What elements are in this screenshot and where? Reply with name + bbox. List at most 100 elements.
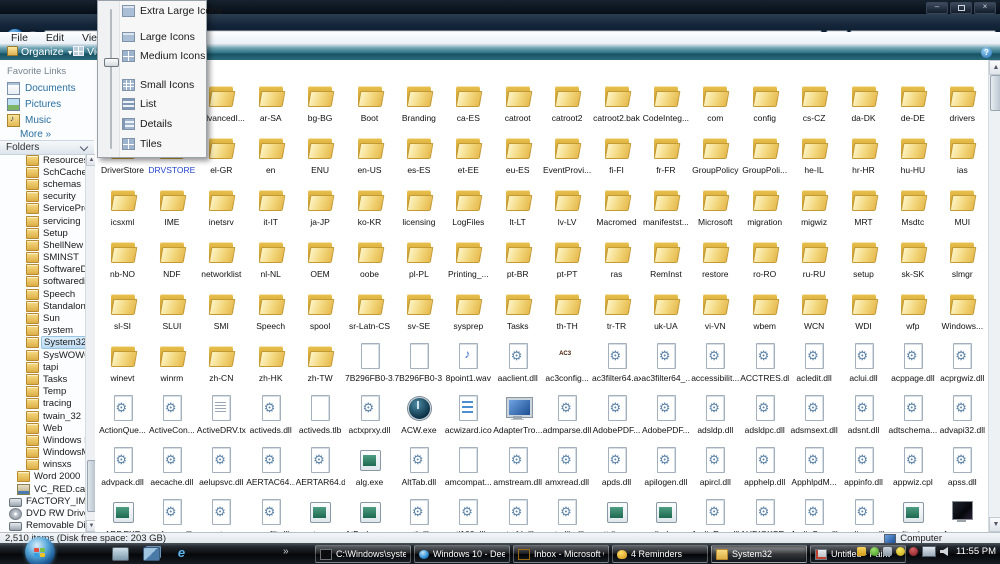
folder-item[interactable]: ENU — [296, 132, 345, 184]
tray-expand-icon[interactable]: ‹ — [848, 547, 851, 557]
folder-item[interactable]: Speech — [246, 288, 295, 340]
tree-item-schemas[interactable]: schemas — [0, 178, 86, 190]
tree-item-ShellNew[interactable]: ShellNew — [0, 239, 86, 251]
folder-item[interactable]: GroupPoli... — [740, 132, 789, 184]
tree-item-Sun[interactable]: Sun — [0, 312, 86, 325]
folder-item[interactable]: catroot2.bak — [592, 80, 641, 132]
folder-item[interactable]: uk-UA — [641, 288, 690, 340]
file-item[interactable]: 8point1.wav — [444, 340, 493, 392]
file-item[interactable]: atl100.dll — [444, 496, 493, 532]
tree-item-system[interactable]: system — [0, 325, 86, 337]
file-item[interactable]: AdapterTro... — [493, 392, 542, 444]
file-item[interactable]: accessibilit... — [691, 340, 740, 392]
folder-item[interactable]: nl-NL — [246, 236, 295, 288]
folder-item[interactable]: de-DE — [888, 80, 937, 132]
folder-item[interactable]: ko-KR — [345, 184, 394, 236]
folder-item[interactable]: lt-LT — [493, 184, 542, 236]
folder-item[interactable]: winevt — [98, 340, 147, 392]
tree-item-ServiceProfiles[interactable]: ServiceProfiles — [0, 203, 86, 215]
folder-item[interactable]: IME — [147, 184, 196, 236]
file-item[interactable]: ApphlpdM... — [790, 444, 839, 496]
folder-item[interactable]: ias — [938, 132, 987, 184]
favorite-pictures[interactable]: Pictures — [7, 98, 61, 111]
folder-item[interactable]: MRT — [839, 184, 888, 236]
tree-item-System32[interactable]: System32 — [0, 336, 86, 350]
volume-tray-icon[interactable] — [940, 547, 949, 556]
file-item[interactable]: appinfo.dll — [839, 444, 888, 496]
taskbar-button-cmd[interactable]: C:\Windows\system... — [315, 545, 411, 563]
folder-item[interactable]: Macromed — [592, 184, 641, 236]
vertical-scrollbar[interactable]: ▲ ▼ — [988, 60, 1000, 532]
file-item[interactable]: advapi32.dll — [938, 392, 987, 444]
file-item[interactable]: auditpol.exe — [888, 496, 937, 532]
tree-item-winsxs[interactable]: winsxs — [0, 459, 86, 471]
file-item[interactable]: apds.dll — [592, 444, 641, 496]
tree-item-softwaredistrib[interactable]: softwaredistrib — [0, 276, 86, 288]
tree-item-Web[interactable]: Web — [0, 422, 86, 434]
folder-item[interactable]: he-IL — [790, 132, 839, 184]
folder-item[interactable]: setup — [839, 236, 888, 288]
file-item[interactable]: ActiveCon... — [147, 392, 196, 444]
folder-item[interactable]: WDI — [839, 288, 888, 340]
switch-windows-icon[interactable] — [143, 547, 160, 561]
folder-item[interactable]: licensing — [394, 184, 443, 236]
tree-item-Word 2000[interactable]: Word 2000 — [0, 471, 86, 483]
file-item[interactable]: activeds.tlb — [296, 392, 345, 444]
taskbar-button-outlook[interactable]: Inbox - Microsoft O... — [513, 545, 609, 563]
update-tray-icon[interactable] — [896, 547, 906, 556]
taskbar-button-folder[interactable]: System32 — [711, 545, 807, 563]
tree-item-SoftwareDistrib[interactable]: SoftwareDistrib — [0, 264, 86, 276]
taskbar-button-ie[interactable]: Windows 10 - Deep... — [414, 545, 510, 563]
folder-item[interactable]: da-DK — [839, 80, 888, 132]
file-item[interactable]: AtBroker.exe — [345, 496, 394, 532]
folder-item[interactable]: Boot — [345, 80, 394, 132]
tree-item-security[interactable]: security — [0, 191, 86, 203]
tree-item-Windows Defe[interactable]: Windows Defe — [0, 434, 86, 446]
tree-item-tracing[interactable]: tracing — [0, 398, 86, 410]
file-item[interactable]: ARP.EXE — [98, 496, 147, 532]
folder-item[interactable]: sr-Latn-CS — [345, 288, 394, 340]
file-item[interactable]: acwizard.ico — [444, 392, 493, 444]
file-item[interactable]: aelupsvc.dll — [197, 444, 246, 496]
scroll-up-icon[interactable]: ▲ — [989, 60, 1000, 75]
folder-item[interactable]: wfp — [888, 288, 937, 340]
folder-item[interactable]: SLUI — [147, 288, 196, 340]
folder-item[interactable]: th-TH — [543, 288, 592, 340]
file-item[interactable]: atmlib.dll — [543, 496, 592, 532]
tree-item-SMINST[interactable]: SMINST — [0, 252, 86, 264]
file-item[interactable]: ACW.exe — [394, 392, 443, 444]
folder-item[interactable]: SMI — [197, 288, 246, 340]
folder-item[interactable]: nb-NO — [98, 236, 147, 288]
folder-item[interactable]: sysprep — [444, 288, 493, 340]
folder-item[interactable]: ras — [592, 236, 641, 288]
file-item[interactable]: apircl.dll — [691, 444, 740, 496]
file-item[interactable]: ACCTRES.dll — [740, 340, 789, 392]
folder-item[interactable]: sk-SK — [888, 236, 937, 288]
file-item[interactable]: appwiz.cpl — [888, 444, 937, 496]
folder-item[interactable]: migwiz — [790, 184, 839, 236]
folder-item[interactable]: hr-HR — [839, 132, 888, 184]
views-slider-track[interactable] — [110, 9, 112, 149]
tree-scrollbar[interactable]: ▲ ▼ — [85, 154, 97, 532]
file-item[interactable]: ac3filter64.ax — [592, 340, 641, 392]
folder-item[interactable]: bg-BG — [296, 80, 345, 132]
folder-item[interactable]: pt-PT — [543, 236, 592, 288]
file-item[interactable]: adsldp.dll — [691, 392, 740, 444]
folder-item[interactable]: en — [246, 132, 295, 184]
folder-item[interactable]: sl-SI — [98, 288, 147, 340]
folder-item[interactable]: ar-SA — [246, 80, 295, 132]
folder-item[interactable]: sv-SE — [394, 288, 443, 340]
file-item[interactable]: asferror.dll — [147, 496, 196, 532]
file-item[interactable]: 7B296FB0-3... — [345, 340, 394, 392]
folder-item[interactable]: pl-PL — [394, 236, 443, 288]
folders-band[interactable]: Folders — [0, 140, 94, 155]
folder-item[interactable]: eu-ES — [493, 132, 542, 184]
folder-item[interactable]: slmgr — [938, 236, 987, 288]
file-item[interactable]: audiodg.exe — [641, 496, 690, 532]
tree-item-Removable Disk (G[interactable]: Removable Disk (G — [0, 520, 86, 532]
folder-item[interactable]: fi-FI — [592, 132, 641, 184]
tree-item-SysWOW64[interactable]: SysWOW64 — [0, 349, 86, 361]
file-item[interactable]: adsnt.dll — [839, 392, 888, 444]
internet-explorer-icon[interactable]: e — [174, 546, 189, 559]
tree-item-WindowsMobi[interactable]: WindowsMobi — [0, 447, 86, 459]
